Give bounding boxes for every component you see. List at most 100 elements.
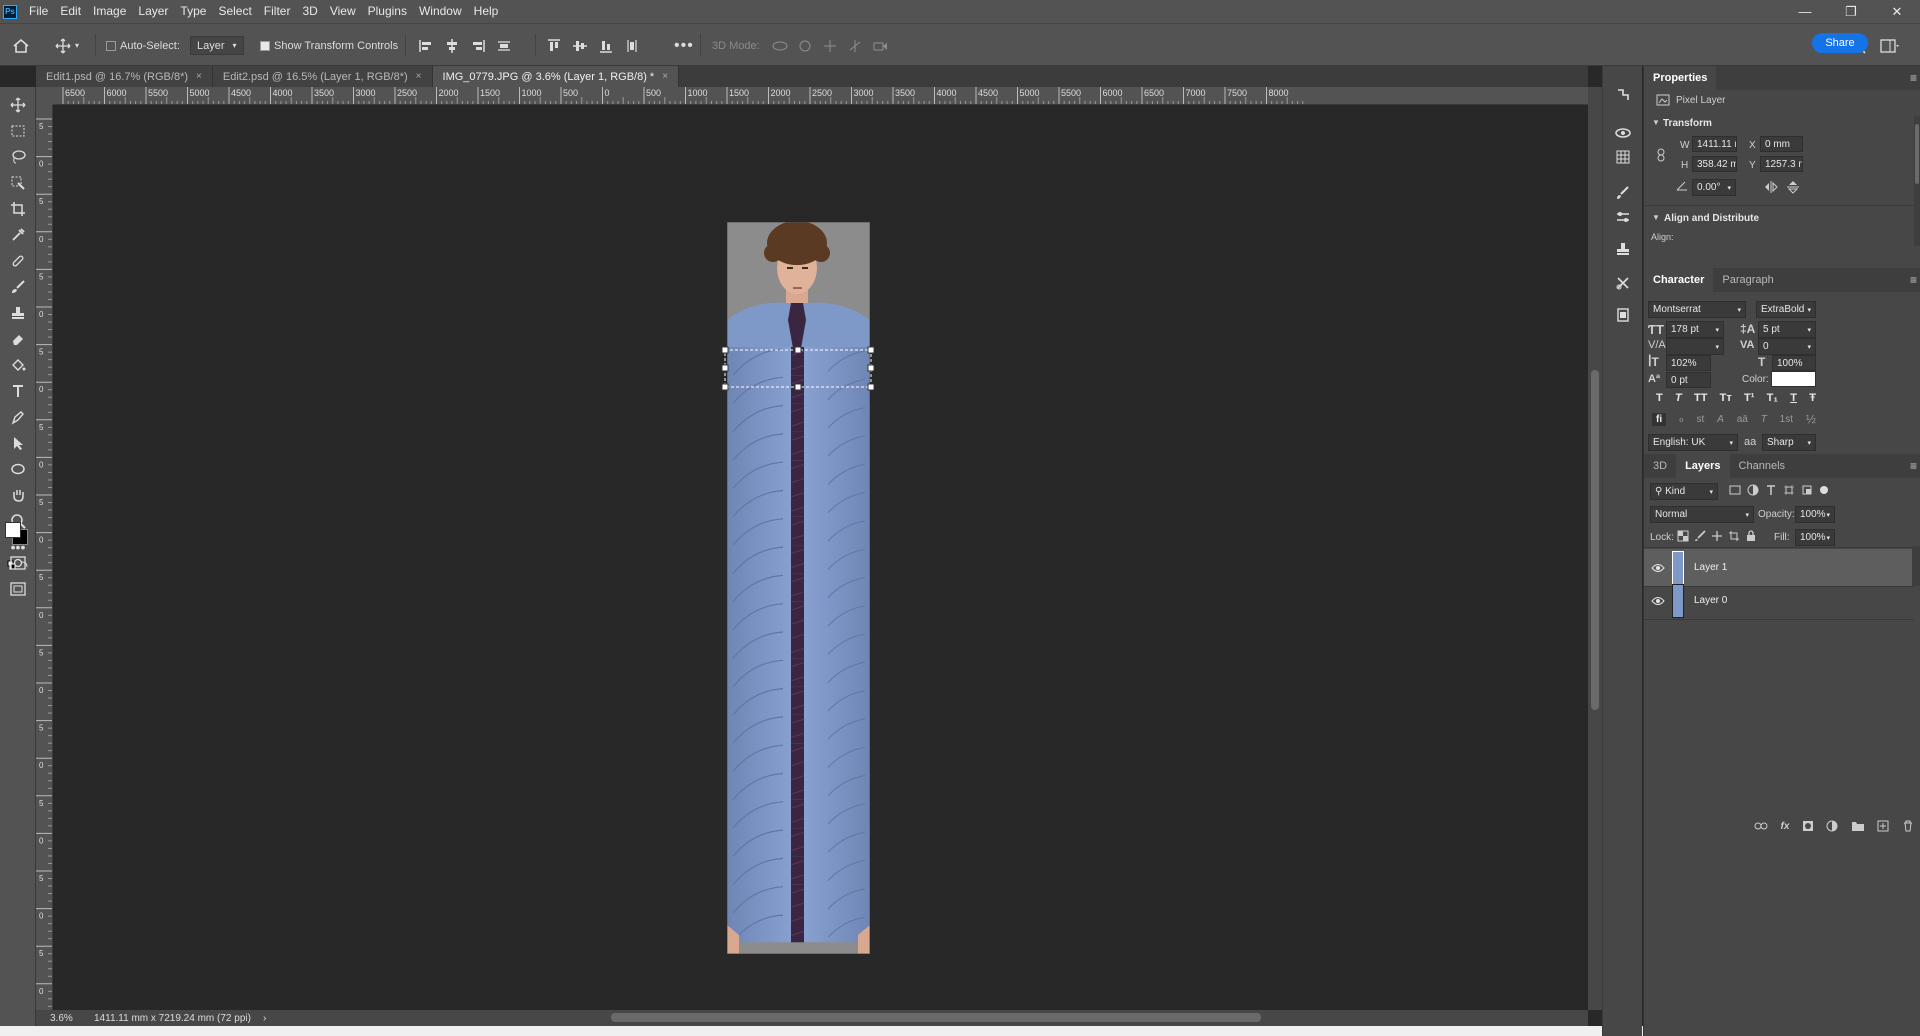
tab-edit2[interactable]: Edit2.psd @ 16.5% (Layer 1, RGB/8*) ×: [212, 66, 433, 87]
marquee-tool-icon[interactable]: [7, 121, 29, 141]
filter-adjustment-icon[interactable]: [1747, 484, 1759, 496]
align-right-icon[interactable]: [470, 38, 486, 54]
font-size-field[interactable]: 178 pt ▾: [1666, 321, 1724, 338]
small-caps-button[interactable]: Tт: [1720, 392, 1732, 404]
layer-filter-dropdown[interactable]: ⚲ Kind ▾: [1650, 483, 1718, 500]
discretionary-ligatures-button[interactable]: st: [1696, 414, 1704, 425]
distribute-horizontal-icon[interactable]: [496, 38, 512, 54]
tab-layers[interactable]: Layers: [1676, 454, 1730, 478]
lock-artboard-icon[interactable]: [1728, 530, 1740, 542]
flip-vertical-icon[interactable]: [1787, 180, 1799, 194]
ellipse-tool-icon[interactable]: [7, 459, 29, 479]
3d-slide-icon[interactable]: [847, 39, 863, 53]
tool-presets-icon[interactable]: [1612, 272, 1634, 294]
type-tool-icon[interactable]: [7, 381, 29, 401]
brush-tool-icon[interactable]: [7, 277, 29, 297]
ordinals-button[interactable]: 1st: [1780, 414, 1793, 425]
panel-menu-icon[interactable]: ≡: [1910, 459, 1917, 473]
faux-italic-button[interactable]: T: [1675, 392, 1682, 404]
horizontal-scroll-thumb[interactable]: [611, 1013, 1261, 1022]
tab-edit1[interactable]: Edit1.psd @ 16.7% (RGB/8*) ×: [36, 66, 213, 87]
fx-icon[interactable]: fx: [1781, 821, 1790, 832]
3d-pan-icon[interactable]: [822, 39, 838, 53]
adjustments-panel-icon[interactable]: [1612, 206, 1634, 228]
filter-smart-object-icon[interactable]: [1801, 484, 1813, 496]
menu-file[interactable]: File: [23, 0, 54, 23]
stylistic-alternates-button[interactable]: aā: [1737, 414, 1748, 425]
menu-edit[interactable]: Edit: [54, 0, 87, 23]
vertical-scroll-thumb[interactable]: [1591, 370, 1599, 710]
transform-handle[interactable]: [867, 346, 875, 354]
flip-horizontal-icon[interactable]: [1764, 181, 1778, 193]
menu-view[interactable]: View: [324, 0, 362, 23]
menu-type[interactable]: Type: [174, 0, 212, 23]
move-tool-icon[interactable]: [7, 95, 29, 115]
subscript-button[interactable]: T₁: [1767, 392, 1778, 404]
minimize-button[interactable]: —: [1782, 0, 1828, 23]
object-selection-tool-icon[interactable]: [7, 173, 29, 193]
vertical-scrollbar[interactable]: [1588, 87, 1602, 1010]
color-swatches[interactable]: [3, 519, 33, 547]
trash-icon[interactable]: [1902, 820, 1914, 832]
lock-transparency-icon[interactable]: [1677, 530, 1689, 542]
old-style-button[interactable]: ℴ: [1679, 414, 1684, 425]
transform-handle[interactable]: [721, 346, 729, 354]
menu-window[interactable]: Window: [413, 0, 468, 23]
visibility-eye-icon[interactable]: [1644, 563, 1672, 573]
clone-source-icon[interactable]: [1612, 238, 1634, 260]
vertical-scale-field[interactable]: 102%: [1666, 355, 1711, 371]
leading-field[interactable]: 5 pt ▾: [1758, 321, 1816, 338]
layer-name[interactable]: Layer 0: [1694, 595, 1727, 606]
menu-help[interactable]: Help: [468, 0, 505, 23]
language-dropdown[interactable]: English: UK ▾: [1648, 434, 1738, 451]
status-menu-arrow[interactable]: ›: [263, 1013, 266, 1024]
font-style-dropdown[interactable]: ExtraBold ▾: [1756, 301, 1816, 318]
layers-scrollbar[interactable]: [1912, 546, 1920, 586]
history-icon[interactable]: [1612, 84, 1634, 106]
home-icon[interactable]: [12, 24, 30, 67]
y-field[interactable]: 1257.3 mm: [1760, 156, 1803, 172]
move-tool-preset[interactable]: ▾: [55, 24, 79, 67]
chevron-down-icon[interactable]: ▼: [1652, 118, 1660, 127]
lock-pixels-icon[interactable]: [1694, 530, 1706, 542]
link-icon[interactable]: [1754, 821, 1768, 831]
opacity-field[interactable]: 100% ▾: [1795, 506, 1835, 523]
link-icon[interactable]: [1655, 148, 1667, 162]
menu-3d[interactable]: 3D: [296, 0, 323, 23]
strikethrough-button[interactable]: Ŧ: [1809, 392, 1816, 404]
filter-type-icon[interactable]: [1765, 484, 1777, 496]
group-icon[interactable]: [1851, 820, 1865, 832]
menu-filter[interactable]: Filter: [258, 0, 297, 23]
more-options-icon[interactable]: •••: [674, 24, 694, 67]
blend-mode-dropdown[interactable]: Normal ▾: [1650, 506, 1754, 523]
font-family-dropdown[interactable]: Montserrat ▾: [1648, 301, 1746, 318]
filter-pixel-icon[interactable]: [1729, 484, 1741, 496]
angle-field[interactable]: 0.00° ▾: [1692, 179, 1736, 196]
new-layer-icon[interactable]: [1877, 820, 1889, 832]
tracking-field[interactable]: 0 ▾: [1758, 338, 1816, 355]
panel-menu-icon[interactable]: ≡: [1910, 71, 1917, 85]
x-field[interactable]: 0 mm: [1760, 136, 1803, 152]
titling-alternates-button[interactable]: T: [1761, 414, 1767, 425]
transform-handle[interactable]: [794, 346, 802, 354]
tab-img-0779[interactable]: IMG_0779.JPG @ 3.6% (Layer 1, RGB/8) * ×: [432, 66, 680, 87]
vertical-ruler[interactable]: 5 0 5 0 5 0 5 0 5 0 5 0 5 0 5 0 5 0 5 0 5 0 5 0: [36, 105, 53, 1010]
share-button[interactable]: Share: [1812, 33, 1868, 53]
screen-mode-icon[interactable]: [7, 579, 29, 599]
lock-all-icon[interactable]: [1745, 530, 1757, 542]
quick-mask-icon[interactable]: [7, 553, 29, 573]
align-left-icon[interactable]: [418, 38, 434, 54]
baseline-shift-field[interactable]: 0 pt: [1666, 372, 1711, 388]
transform-handle[interactable]: [721, 364, 729, 372]
menu-plugins[interactable]: Plugins: [362, 0, 413, 23]
crop-tool-icon[interactable]: [7, 199, 29, 219]
3d-orbit-icon[interactable]: [772, 39, 788, 53]
lock-position-icon[interactable]: [1711, 530, 1723, 542]
ruler-origin[interactable]: [36, 87, 53, 105]
all-caps-button[interactable]: TT: [1694, 392, 1707, 404]
grid-panel-icon[interactable]: [1612, 146, 1634, 168]
kerning-field[interactable]: ▾: [1666, 338, 1724, 355]
transform-handle[interactable]: [867, 383, 875, 391]
foreground-color-swatch[interactable]: [5, 522, 21, 538]
anti-alias-dropdown[interactable]: Sharp ▾: [1762, 434, 1816, 451]
